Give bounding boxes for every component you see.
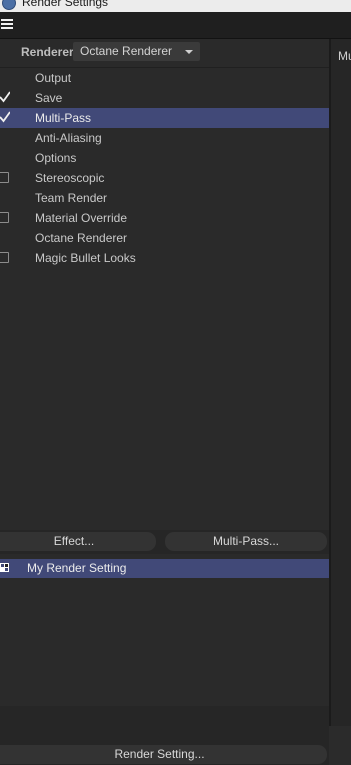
settings-item-multi-pass[interactable]: Multi-Pass xyxy=(0,108,329,128)
settings-item-options[interactable]: Options xyxy=(0,148,329,168)
renderer-label: Renderer xyxy=(21,45,74,59)
settings-item-label: Multi-Pass xyxy=(35,111,92,125)
render-settings-left-pane: Renderer Octane Renderer Output Save Multi… xyxy=(0,39,329,765)
checkbox[interactable] xyxy=(0,172,9,183)
hamburger-menu-icon[interactable] xyxy=(1,19,13,30)
renderer-dropdown[interactable]: Octane Renderer xyxy=(73,42,200,61)
settings-item-stereoscopic[interactable]: Stereoscopic xyxy=(0,168,329,188)
settings-item-save[interactable]: Save xyxy=(0,88,329,108)
settings-item-label: Team Render xyxy=(35,191,108,205)
settings-item-label: Magic Bullet Looks xyxy=(35,251,136,265)
checkbox[interactable] xyxy=(0,212,9,223)
render-settings-list: My Render Setting xyxy=(0,556,329,706)
right-pane-tab-label[interactable]: Mu xyxy=(338,49,351,63)
renderer-dropdown-value: Octane Renderer xyxy=(80,44,173,58)
settings-list: Output Save Multi-Pass Anti-Aliasing Options… xyxy=(0,68,329,528)
window-title: Render Settings xyxy=(22,0,109,9)
render-setting-label: My Render Setting xyxy=(27,561,127,575)
app-icon xyxy=(2,0,16,10)
settings-item-team-render[interactable]: Team Render xyxy=(0,188,329,208)
settings-item-label: Anti-Aliasing xyxy=(35,131,102,145)
settings-item-label: Stereoscopic xyxy=(35,171,105,185)
right-pane: Mu xyxy=(331,39,351,726)
button-row: Effect... Multi-Pass... xyxy=(0,530,329,554)
settings-item-octane-renderer[interactable]: Octane Renderer xyxy=(0,228,329,248)
menu-bar xyxy=(0,12,351,39)
settings-item-material-override[interactable]: Material Override xyxy=(0,208,329,228)
render-setting-item[interactable]: My Render Setting xyxy=(0,559,329,578)
settings-item-magic-bullet-looks[interactable]: Magic Bullet Looks xyxy=(0,248,329,268)
settings-item-label: Options xyxy=(35,151,77,165)
settings-item-label: Save xyxy=(35,91,63,105)
settings-item-label: Output xyxy=(35,71,72,85)
settings-item-label: Octane Renderer xyxy=(35,231,128,245)
multi-pass-button[interactable]: Multi-Pass... xyxy=(165,532,327,551)
checkmark-icon[interactable] xyxy=(0,111,10,123)
renderer-row: Renderer Octane Renderer xyxy=(0,39,329,67)
settings-item-output[interactable]: Output xyxy=(0,68,329,88)
chevron-down-icon xyxy=(185,50,193,54)
checkbox[interactable] xyxy=(0,252,9,263)
render-setting-icon xyxy=(0,563,9,572)
render-setting-button[interactable]: Render Setting... xyxy=(0,745,327,764)
bottom-bar: Render Setting... xyxy=(0,706,329,765)
settings-item-anti-aliasing[interactable]: Anti-Aliasing xyxy=(0,128,329,148)
checkmark-icon[interactable] xyxy=(0,91,10,103)
settings-item-label: Material Override xyxy=(35,211,128,225)
effect-button[interactable]: Effect... xyxy=(0,532,156,551)
title-bar: Render Settings xyxy=(0,0,351,12)
